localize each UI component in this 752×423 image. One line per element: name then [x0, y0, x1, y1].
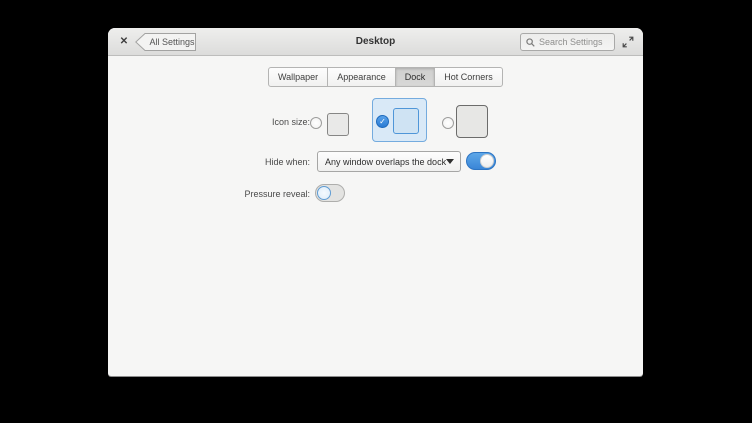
- hide-when-dropdown[interactable]: Any window overlaps the dock: [317, 151, 461, 172]
- search-field[interactable]: [539, 37, 609, 47]
- hide-when-toggle[interactable]: [466, 152, 496, 170]
- tab-dock[interactable]: Dock: [394, 67, 436, 87]
- back-button-label: All Settings: [149, 37, 195, 47]
- tab-wallpaper[interactable]: Wallpaper: [268, 67, 329, 87]
- pressure-reveal-toggle[interactable]: [315, 184, 345, 202]
- check-icon: ✓: [379, 117, 386, 126]
- icon-size-medium-option[interactable]: ✓: [372, 98, 427, 142]
- dropdown-arrow-icon: [446, 159, 455, 164]
- resize-diagonal-icon[interactable]: [622, 36, 634, 48]
- all-settings-back-button[interactable]: All Settings: [135, 33, 197, 51]
- search-input[interactable]: [520, 33, 615, 51]
- pressure-reveal-label: Pressure reveal:: [244, 189, 310, 199]
- hide-when-label: Hide when:: [264, 157, 310, 167]
- close-icon[interactable]: ✕: [118, 36, 130, 48]
- icon-size-small-preview[interactable]: [327, 113, 349, 136]
- header-bar: ✕ All Settings Desktop: [108, 28, 643, 56]
- icon-size-large-radio[interactable]: [442, 117, 454, 129]
- toggle-knob: [317, 186, 331, 200]
- tab-hot-corners[interactable]: Hot Corners: [434, 67, 503, 87]
- icon-size-label: Icon size:: [271, 117, 310, 127]
- page-title: Desktop: [355, 36, 396, 47]
- category-tabs: Wallpaper Appearance Dock Hot Corners: [268, 67, 503, 87]
- toggle-knob: [480, 154, 494, 168]
- icon-size-medium-radio[interactable]: ✓: [376, 115, 389, 128]
- icon-size-medium-preview[interactable]: [393, 108, 419, 134]
- search-icon: [526, 37, 535, 47]
- icon-size-small-radio[interactable]: [310, 117, 322, 129]
- icon-size-large-preview[interactable]: [456, 105, 488, 138]
- settings-window: ✕ All Settings Desktop Wallpaper Appeara…: [108, 28, 643, 376]
- hide-when-selected-value: Any window overlaps the dock: [325, 156, 447, 167]
- tab-appearance[interactable]: Appearance: [327, 67, 396, 87]
